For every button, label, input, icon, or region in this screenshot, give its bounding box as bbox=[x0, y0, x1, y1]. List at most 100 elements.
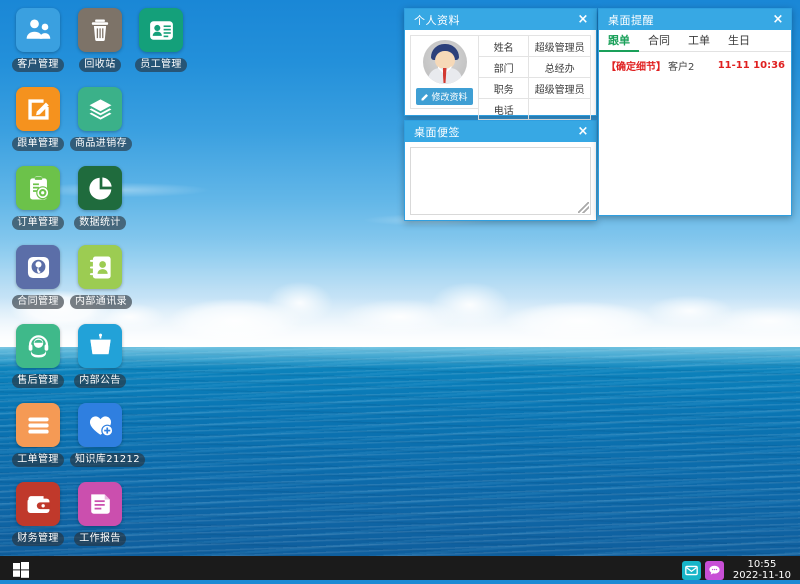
profile-table: 姓名超级管理员部门总经办职务超级管理员电话 bbox=[478, 35, 591, 120]
desktop-icon-label: 财务管理 bbox=[12, 532, 64, 546]
notes-textarea[interactable] bbox=[410, 147, 591, 215]
chat-icon[interactable] bbox=[705, 561, 724, 580]
desktop-icon-recycle-bin[interactable]: 回收站 bbox=[70, 8, 130, 72]
close-icon[interactable]: × bbox=[770, 12, 786, 28]
reminder-tabs: 跟单合同工单生日 bbox=[599, 30, 791, 52]
desktop-notes-window[interactable]: 桌面便签 × bbox=[404, 120, 597, 221]
profile-field-value: 超级管理员 bbox=[529, 36, 591, 57]
clock-time: 10:55 bbox=[733, 559, 791, 570]
edit-profile-label: 修改资料 bbox=[431, 90, 467, 103]
contract-seal-icon bbox=[16, 245, 60, 289]
desktop-icon-announcement-board[interactable]: 内部公告 bbox=[70, 324, 130, 388]
layers-box-icon bbox=[78, 87, 122, 131]
customers-icon bbox=[16, 8, 60, 52]
personal-profile-window[interactable]: 个人资料 × 修改资料 bbox=[404, 8, 597, 116]
heart-plus-icon bbox=[78, 403, 122, 447]
reminder-title-bar: 桌面提醒 × bbox=[599, 9, 791, 30]
profile-avatar-cell: 修改资料 bbox=[410, 35, 478, 109]
mail-icon[interactable] bbox=[682, 561, 701, 580]
notes-title-bar: 桌面便签 × bbox=[405, 121, 596, 142]
profile-field-value bbox=[529, 99, 591, 120]
desktop-icon-customers[interactable]: 客户管理 bbox=[8, 8, 68, 72]
employee-card-icon bbox=[139, 8, 183, 52]
profile-field-key: 部门 bbox=[479, 57, 529, 78]
profile-row: 部门总经办 bbox=[479, 57, 591, 78]
desktop-icon-employee-card[interactable]: 员工管理 bbox=[131, 8, 191, 72]
start-button[interactable] bbox=[0, 556, 42, 584]
clock[interactable]: 10:55 2022-11-10 bbox=[728, 559, 794, 581]
profile-title-bar: 个人资料 × bbox=[405, 9, 596, 30]
list-lines-icon bbox=[16, 403, 60, 447]
desktop-icon-clipboard-gear[interactable]: 订单管理 bbox=[8, 166, 68, 230]
speech-bubble-glyph bbox=[708, 564, 721, 577]
desktop-icon-label: 回收站 bbox=[79, 58, 120, 72]
reminder-tab-0[interactable]: 跟单 bbox=[599, 30, 639, 52]
reminder-item-tag: 【确定细节】 bbox=[606, 58, 666, 73]
address-book-icon bbox=[78, 245, 122, 289]
desktop-icon-label: 员工管理 bbox=[135, 58, 187, 72]
desktop-icon-label: 订单管理 bbox=[12, 216, 64, 230]
announcement-board-icon bbox=[78, 324, 122, 368]
desktop-icon-label: 内部公告 bbox=[74, 374, 126, 388]
desktop-icon-contract-seal[interactable]: 合同管理 bbox=[8, 245, 68, 309]
desktop-icon-report-doc[interactable]: 工作报告 bbox=[70, 482, 130, 546]
reminder-item-time: 11-11 10:36 bbox=[718, 60, 785, 71]
desktop-icon-list-lines[interactable]: 工单管理 bbox=[8, 403, 68, 467]
desktop-icon-label: 工作报告 bbox=[74, 532, 126, 546]
report-doc-icon bbox=[78, 482, 122, 526]
reminder-item[interactable]: 【确定细节】客户2 11-11 10:36 bbox=[599, 56, 791, 75]
close-icon[interactable]: × bbox=[575, 124, 591, 140]
profile-row: 电话 bbox=[479, 99, 591, 120]
headset-agent-icon bbox=[16, 324, 60, 368]
desktop-icon-label: 售后管理 bbox=[12, 374, 64, 388]
avatar bbox=[423, 40, 467, 84]
profile-field-value: 总经办 bbox=[529, 57, 591, 78]
notes-body bbox=[405, 147, 596, 215]
desktop-reminder-window[interactable]: 桌面提醒 × 跟单合同工单生日 【确定细节】客户2 11-11 10:36 bbox=[598, 8, 792, 216]
clipboard-gear-icon bbox=[16, 166, 60, 210]
desktop: 客户管理回收站 员工管理跟单管理商品进销存订单管理数据统计合同管理内部通讯录售后管… bbox=[0, 0, 800, 584]
system-tray: 10:55 2022-11-10 bbox=[682, 559, 800, 581]
desktop-icon-headset-agent[interactable]: 售后管理 bbox=[8, 324, 68, 388]
desktop-icon-layers-box[interactable]: 商品进销存 bbox=[70, 87, 130, 151]
profile-title: 个人资料 bbox=[414, 12, 575, 28]
windows-logo-icon bbox=[13, 562, 29, 578]
profile-body: 修改资料 姓名超级管理员部门总经办职务超级管理员电话 bbox=[405, 30, 596, 115]
desktop-icon-label: 内部通讯录 bbox=[70, 295, 132, 309]
desktop-icon-address-book[interactable]: 内部通讯录 bbox=[70, 245, 130, 309]
reminder-body: 跟单合同工单生日 【确定细节】客户2 11-11 10:36 bbox=[599, 30, 791, 75]
pie-chart-icon bbox=[78, 166, 122, 210]
desktop-icon-label: 数据统计 bbox=[74, 216, 126, 230]
reminder-item-name: 客户2 bbox=[668, 58, 694, 73]
clock-date: 2022-11-10 bbox=[733, 570, 791, 581]
profile-field-key: 电话 bbox=[479, 99, 529, 120]
resize-handle-icon[interactable] bbox=[578, 202, 589, 213]
desktop-icon-edit-note[interactable]: 跟单管理 bbox=[8, 87, 68, 151]
close-icon[interactable]: × bbox=[575, 12, 591, 28]
desktop-icon-pie-chart[interactable]: 数据统计 bbox=[70, 166, 130, 230]
recycle-bin-icon bbox=[78, 8, 122, 52]
edit-profile-button[interactable]: 修改资料 bbox=[416, 88, 472, 105]
profile-field-key: 姓名 bbox=[479, 36, 529, 57]
taskbar: 10:55 2022-11-10 bbox=[0, 556, 800, 584]
edit-note-icon bbox=[16, 87, 60, 131]
desktop-icon-heart-plus[interactable]: 知识库21212 bbox=[70, 403, 130, 467]
desktop-icon-label: 跟单管理 bbox=[12, 137, 64, 151]
envelope-glyph bbox=[685, 564, 698, 577]
profile-field-value: 超级管理员 bbox=[529, 78, 591, 99]
notes-title: 桌面便签 bbox=[414, 124, 575, 140]
profile-row: 职务超级管理员 bbox=[479, 78, 591, 99]
desktop-icon-label: 知识库21212 bbox=[70, 453, 145, 467]
desktop-icon-label: 合同管理 bbox=[12, 295, 64, 309]
reminder-tab-3[interactable]: 生日 bbox=[719, 30, 759, 52]
reminder-tab-1[interactable]: 合同 bbox=[639, 30, 679, 52]
reminder-list: 【确定细节】客户2 11-11 10:36 bbox=[599, 52, 791, 75]
desktop-icon-label: 商品进销存 bbox=[70, 137, 132, 151]
desktop-icon-label: 工单管理 bbox=[12, 453, 64, 467]
profile-row: 姓名超级管理员 bbox=[479, 36, 591, 57]
wallet-icon bbox=[16, 482, 60, 526]
pencil-icon bbox=[421, 93, 429, 101]
desktop-icon-wallet[interactable]: 财务管理 bbox=[8, 482, 68, 546]
reminder-tab-2[interactable]: 工单 bbox=[679, 30, 719, 52]
desktop-icon-grid: 客户管理回收站 员工管理跟单管理商品进销存订单管理数据统计合同管理内部通讯录售后管… bbox=[0, 0, 200, 560]
